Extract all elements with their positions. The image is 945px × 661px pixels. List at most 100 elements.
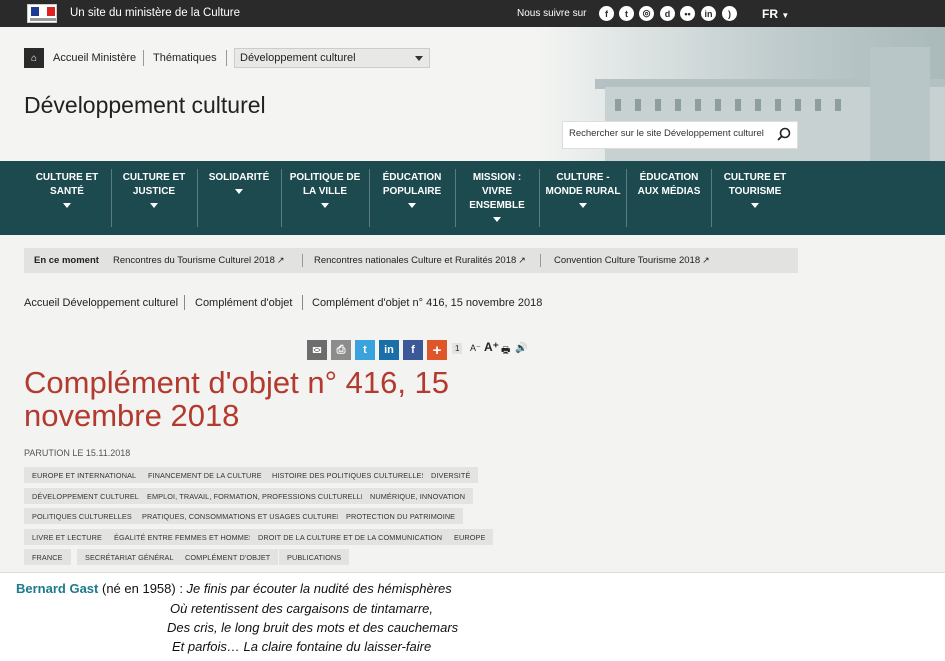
instagram-icon[interactable]: ◎ (639, 6, 654, 21)
nav-item-education-medias[interactable]: ÉDUCATION AUX MÉDIAS (627, 161, 711, 235)
tag[interactable]: EMPLOI, TRAVAIL, FORMATION, PROFESSIONS … (139, 488, 379, 504)
breadcrumb-home-ministere[interactable]: Accueil Ministère (53, 52, 136, 64)
divider (226, 50, 227, 66)
nav-item-monde-rural[interactable]: CULTURE - MONDE RURAL (540, 161, 626, 235)
email-share-icon[interactable]: ✉ (307, 340, 327, 360)
divider (143, 50, 144, 66)
twitter-icon[interactable]: t (619, 6, 634, 21)
external-link-icon: ↗ (518, 255, 526, 265)
poem-line: Et parfois… La claire fontaine du laisse… (172, 639, 432, 654)
nav-item-culture-justice[interactable]: CULTURE ET JUSTICE (112, 161, 196, 235)
marianne-logo[interactable] (27, 4, 57, 23)
breadcrumb-thematiques[interactable]: Thématiques (153, 52, 217, 64)
font-decrease-button[interactable]: A⁻ (470, 343, 481, 354)
ministry-link[interactable]: Un site du ministère de la Culture (70, 7, 240, 19)
facebook-share-icon[interactable]: f (403, 340, 423, 360)
print-share-icon[interactable]: ⎙ (331, 340, 351, 360)
rss-icon[interactable]: ) (722, 6, 737, 21)
site-select-value: Développement culturel (240, 52, 356, 64)
breadcrumb-item[interactable]: Accueil Développement culturel (24, 297, 178, 309)
tag[interactable]: LIVRE ET LECTURE (24, 529, 110, 545)
tag[interactable]: DIVERSITÉ (423, 467, 479, 483)
nav-item-vivre-ensemble[interactable]: MISSION : VIVRE ENSEMBLE (456, 161, 538, 235)
tag[interactable]: POLITIQUES CULTURELLES (24, 508, 140, 524)
nav-item-culture-tourisme[interactable]: CULTURE ET TOURISME (712, 161, 798, 235)
tag[interactable]: EUROPE ET INTERNATIONAL (24, 467, 145, 483)
chevron-down-icon (63, 203, 71, 208)
poem-line: Bernard Gast (né en 1958) : Je finis par… (16, 581, 452, 596)
flickr-icon[interactable]: •• (680, 6, 695, 21)
search-box (562, 121, 798, 149)
chevron-down-icon (235, 189, 243, 194)
tag[interactable]: ÉGALITÉ ENTRE FEMMES ET HOMMES (106, 529, 262, 545)
twitter-share-icon[interactable]: t (355, 340, 375, 360)
tag[interactable]: COMPLÉMENT D'OBJET (177, 549, 279, 565)
breadcrumb-item[interactable]: Complément d'objet (195, 297, 293, 309)
nav-item-culture-sante[interactable]: CULTURE ET SANTÉ (24, 161, 110, 235)
site-select-dropdown[interactable]: Développement culturel (234, 48, 430, 68)
nav-label: CULTURE ET JUSTICE (122, 172, 186, 197)
home-icon[interactable]: ⌂ (24, 48, 44, 68)
tag[interactable]: HISTOIRE DES POLITIQUES CULTURELLES (264, 467, 435, 483)
chevron-down-icon (751, 203, 759, 208)
linkedin-share-icon[interactable]: in (379, 340, 399, 360)
chevron-down-icon (493, 217, 501, 222)
poem-quote: Bernard Gast (né en 1958) : Je finis par… (0, 572, 945, 661)
poem-line: Où retentissent des cargaisons de tintam… (170, 601, 434, 616)
moment-link[interactable]: Convention Culture Tourisme 2018 ↗ (554, 255, 710, 266)
follow-label: Nous suivre sur (517, 8, 587, 19)
nav-label: CULTURE - MONDE RURAL (545, 172, 621, 197)
nav-label: POLITIQUE DE LA VILLE (289, 172, 361, 197)
poem-author-born: (né en 1958) : (98, 581, 187, 596)
tag[interactable]: PUBLICATIONS (279, 549, 350, 565)
linkedin-icon[interactable]: in (701, 6, 716, 21)
tag[interactable]: FRANCE (24, 549, 71, 565)
facebook-icon[interactable]: f (599, 6, 614, 21)
moment-link[interactable]: Rencontres du Tourisme Culturel 2018 ↗ (113, 255, 285, 266)
external-link-icon: ↗ (702, 255, 710, 265)
nav-label: CULTURE ET TOURISME (723, 172, 787, 197)
print-icon[interactable]: 🖶 (501, 343, 510, 360)
language-selector[interactable]: FR ▼ (762, 7, 789, 21)
language-label: FR (762, 7, 778, 21)
more-share-icon[interactable]: + (427, 340, 447, 360)
tag[interactable]: EUROPE (446, 529, 494, 545)
moment-link-text: Convention Culture Tourisme 2018 (554, 255, 701, 266)
moment-link-text: Rencontres du Tourisme Culturel 2018 (113, 255, 275, 266)
site-title[interactable]: Développement culturel (24, 92, 266, 119)
chevron-down-icon (321, 203, 329, 208)
nav-label: ÉDUCATION AUX MÉDIAS (637, 172, 701, 197)
tag[interactable]: DROIT DE LA CULTURE ET DE LA COMMUNICATI… (250, 529, 451, 545)
tag[interactable]: PROTECTION DU PATRIMOINE (338, 508, 464, 524)
breadcrumb-current: Complément d'objet n° 416, 15 novembre 2… (312, 297, 543, 309)
tag[interactable]: NUMÉRIQUE, INNOVATION (362, 488, 474, 504)
search-icon[interactable] (777, 127, 791, 141)
tag[interactable]: FINANCEMENT DE LA CULTURE (140, 467, 270, 483)
chevron-down-icon (150, 203, 158, 208)
tag[interactable]: DÉVELOPPEMENT CULTUREL (24, 488, 147, 504)
moment-link[interactable]: Rencontres nationales Culture et Ruralit… (314, 255, 526, 266)
font-increase-button[interactable]: A⁺ (484, 340, 499, 354)
nav-label: MISSION : VIVRE ENSEMBLE (469, 172, 525, 211)
speaker-icon[interactable]: 🔊 (515, 343, 527, 354)
search-input[interactable] (569, 128, 769, 139)
en-ce-moment-bar: En ce moment Rencontres du Tourisme Cult… (24, 248, 798, 273)
nav-item-politique-ville[interactable]: POLITIQUE DE LA VILLE (282, 161, 368, 235)
poem-line: Des cris, le long bruit des mots et des … (167, 620, 459, 635)
dailymotion-icon[interactable]: d (660, 6, 675, 21)
tag[interactable]: SECRÉTARIAT GÉNÉRAL (77, 549, 182, 565)
article-title: Complément d'objet n° 416, 15 novembre 2… (24, 365, 450, 433)
chevron-down-icon: ▼ (781, 11, 790, 20)
nav-label: ÉDUCATION POPULAIRE (382, 172, 442, 197)
nav-item-solidarite[interactable]: SOLIDARITÉ (198, 161, 280, 235)
chevron-down-icon (408, 203, 416, 208)
chevron-down-icon (415, 56, 423, 61)
page: Un site du ministère de la Culture Nous … (0, 0, 945, 661)
nav-label: CULTURE ET SANTÉ (35, 172, 99, 197)
nav-item-education-populaire[interactable]: ÉDUCATION POPULAIRE (370, 161, 454, 235)
poem-line-text: Je finis par écouter la nudité des hémis… (186, 581, 452, 596)
tag[interactable]: PRATIQUES, CONSOMMATIONS ET USAGES CULTU… (134, 508, 355, 524)
external-link-icon: ↗ (276, 255, 285, 265)
top-bar: Un site du ministère de la Culture Nous … (0, 0, 945, 27)
share-count: 1 (452, 343, 463, 354)
